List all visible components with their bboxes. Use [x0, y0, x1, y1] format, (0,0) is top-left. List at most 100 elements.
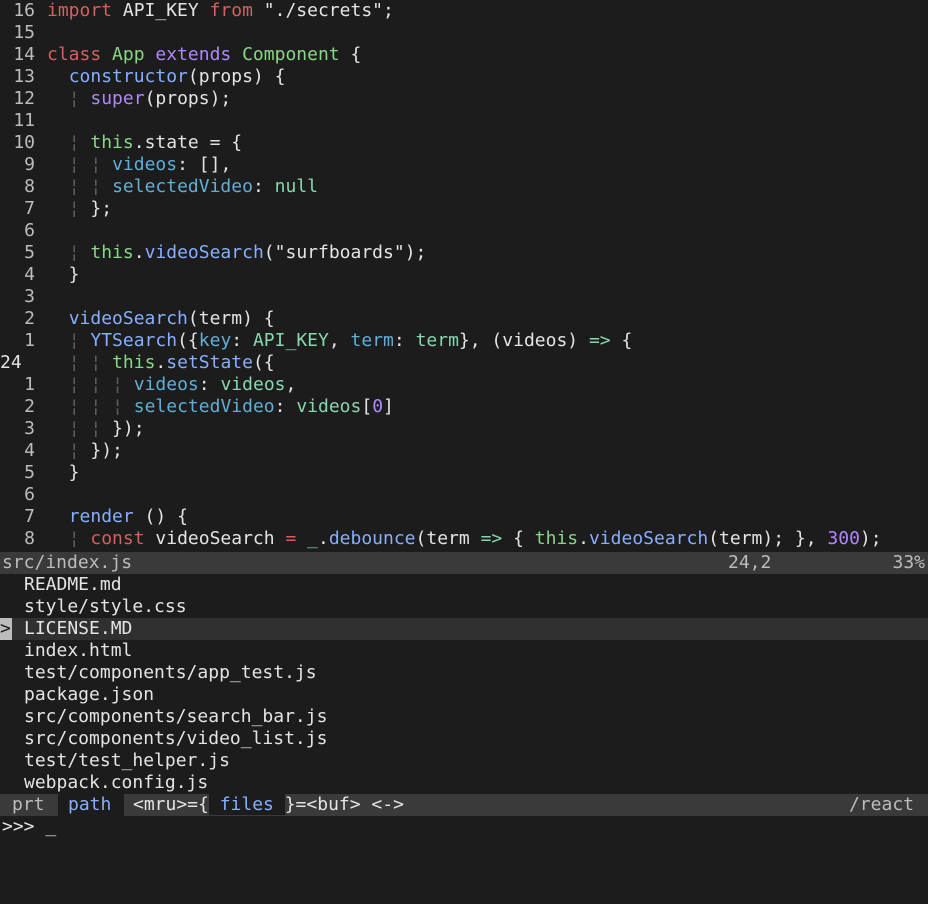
ctrlp-file-name: webpack.config.js: [24, 772, 209, 793]
ctrlp-path-mode: path: [58, 794, 124, 816]
status-line: src/index.js 24,2 33%: [0, 552, 928, 574]
code-line[interactable]: 5 }: [0, 462, 928, 484]
code-line[interactable]: 8 ¦ const videoSearch = _.debounce(term …: [0, 528, 928, 550]
code-text: class App extends Component {: [47, 44, 362, 65]
code-editor[interactable]: 16 import API_KEY from "./secrets"; 15 14 cl…: [0, 0, 928, 552]
ctrlp-file-item[interactable]: src/components/search_bar.js: [0, 706, 928, 728]
ctrlp-file-item[interactable]: webpack.config.js: [0, 772, 928, 794]
code-text: ¦ this.state = {: [68, 132, 243, 153]
ctrlp-file-name: test/test_helper.js: [24, 750, 230, 771]
line-number: 8: [24, 176, 35, 197]
ctrlp-file-item[interactable]: index.html: [0, 640, 928, 662]
ctrlp-file-name: LICENSE.MD: [24, 618, 133, 639]
code-line[interactable]: 12 ¦ super(props);: [0, 88, 928, 110]
code-line[interactable]: 3 ¦ ¦ });: [0, 418, 928, 440]
code-line[interactable]: 7 render () {: [0, 506, 928, 528]
line-number: 9: [24, 154, 35, 175]
code-line[interactable]: 3: [0, 286, 928, 308]
ctrlp-file-list[interactable]: README.mdstyle/style.css>LICENSE.MDindex…: [0, 574, 928, 794]
ctrlp-prompt-input[interactable]: >>> _: [0, 816, 928, 838]
code-text: ¦ });: [68, 440, 123, 461]
code-text: ¦ super(props);: [68, 88, 232, 109]
current-line-number: 24: [0, 352, 22, 373]
code-line[interactable]: 16 import API_KEY from "./secrets";: [0, 0, 928, 22]
line-number: 6: [24, 220, 35, 241]
code-text: }: [47, 264, 80, 285]
line-number: 4: [24, 440, 35, 461]
code-line[interactable]: 15: [0, 22, 928, 44]
code-line[interactable]: 7 ¦ };: [0, 198, 928, 220]
ctrlp-file-name: test/components/app_test.js: [24, 662, 317, 683]
code-text: ¦ const videoSearch = _.debounce(term =>…: [68, 528, 882, 549]
status-scroll-percent: 33%: [892, 552, 925, 573]
line-number: 5: [24, 462, 35, 483]
line-number: 12: [13, 88, 35, 109]
ctrlp-buf-label: }=<buf> <->: [284, 794, 404, 815]
code-text: ¦ ¦ });: [68, 418, 145, 439]
code-text: ¦ ¦ videos: [],: [68, 154, 232, 175]
line-number: 3: [24, 286, 35, 307]
code-line[interactable]: 4 ¦ });: [0, 440, 928, 462]
code-line[interactable]: 2 videoSearch(term) {: [0, 308, 928, 330]
line-number: 7: [24, 506, 35, 527]
ctrlp-files-label: files: [208, 794, 285, 815]
code-text: ¦ ¦ selectedVideo: null: [68, 176, 318, 197]
code-line[interactable]: 1 ¦ YTSearch({key: API_KEY, term: term},…: [0, 330, 928, 352]
code-text: ¦ this.videoSearch("surfboards");: [68, 242, 427, 263]
line-number: 7: [24, 198, 35, 219]
ctrlp-file-item[interactable]: test/components/app_test.js: [0, 662, 928, 684]
line-number: 2: [24, 308, 35, 329]
line-number: 3: [24, 418, 35, 439]
code-line[interactable]: 8 ¦ ¦ selectedVideo: null: [0, 176, 928, 198]
code-line[interactable]: 11: [0, 110, 928, 132]
code-line[interactable]: 6: [0, 220, 928, 242]
ctrlp-file-name: src/components/search_bar.js: [24, 706, 328, 727]
code-line[interactable]: 6: [0, 484, 928, 506]
line-number: 16: [13, 0, 35, 21]
code-text: videoSearch(term) {: [68, 308, 275, 329]
line-number: 8: [24, 528, 35, 549]
ctrlp-file-item[interactable]: src/components/video_list.js: [0, 728, 928, 750]
line-number: 15: [13, 22, 35, 43]
code-line[interactable]: 14 class App extends Component {: [0, 44, 928, 66]
code-line[interactable]: 1 ¦ ¦ ¦ videos: videos,: [0, 374, 928, 396]
line-number: 1: [24, 330, 35, 351]
ctrlp-file-item[interactable]: test/test_helper.js: [0, 750, 928, 772]
code-text: ¦ };: [68, 198, 113, 219]
line-number: 4: [24, 264, 35, 285]
line-number: 14: [13, 44, 35, 65]
ctrlp-file-name: package.json: [24, 684, 155, 705]
status-cursor-position: 24,2: [728, 552, 772, 573]
line-number: 11: [13, 110, 35, 131]
line-number: 2: [24, 396, 35, 417]
code-line[interactable]: 9 ¦ ¦ videos: [],: [0, 154, 928, 176]
code-line[interactable]: 5 ¦ this.videoSearch("surfboards");: [0, 242, 928, 264]
ctrlp-file-name: index.html: [24, 640, 133, 661]
ctrlp-file-item[interactable]: package.json: [0, 684, 928, 706]
code-text: }: [47, 462, 80, 483]
ctrlp-file-item[interactable]: style/style.css: [0, 596, 928, 618]
code-text: ¦ ¦ this.setState({: [68, 352, 275, 373]
ctrlp-file-item-selected[interactable]: >LICENSE.MD: [0, 618, 928, 640]
code-line[interactable]: 2 ¦ ¦ ¦ selectedVideo: videos[0]: [0, 396, 928, 418]
code-text: ¦ YTSearch({key: API_KEY, term: term}, (…: [68, 330, 633, 351]
line-number: 13: [13, 66, 35, 87]
code-text: ¦ ¦ ¦ selectedVideo: videos[0]: [68, 396, 394, 417]
line-number: 5: [24, 242, 35, 263]
ctrlp-file-name: src/components/video_list.js: [24, 728, 328, 749]
code-line[interactable]: 24 ¦ ¦ this.setState({: [0, 352, 928, 374]
ctrlp-prt-mode: prt: [0, 794, 58, 816]
code-line[interactable]: 13 constructor(props) {: [0, 66, 928, 88]
ctrlp-file-item[interactable]: README.md: [0, 574, 928, 596]
ctrlp-mode-selector: <mru>={ files }=<buf> <->: [124, 794, 836, 816]
status-filename: src/index.js: [2, 552, 133, 573]
code-text: ¦ ¦ ¦ videos: videos,: [68, 374, 297, 395]
ctrlp-file-name: style/style.css: [24, 596, 187, 617]
line-number: 6: [24, 484, 35, 505]
ctrlp-mru-label: <mru>={: [133, 794, 209, 815]
ctrlp-status-bar: prt path <mru>={ files }=<buf> <-> /reac…: [0, 794, 928, 816]
code-line[interactable]: 10 ¦ this.state = {: [0, 132, 928, 154]
ctrlp-working-dir: /react: [836, 794, 928, 816]
code-text: import API_KEY from "./secrets";: [47, 0, 394, 21]
code-line[interactable]: 4 }: [0, 264, 928, 286]
